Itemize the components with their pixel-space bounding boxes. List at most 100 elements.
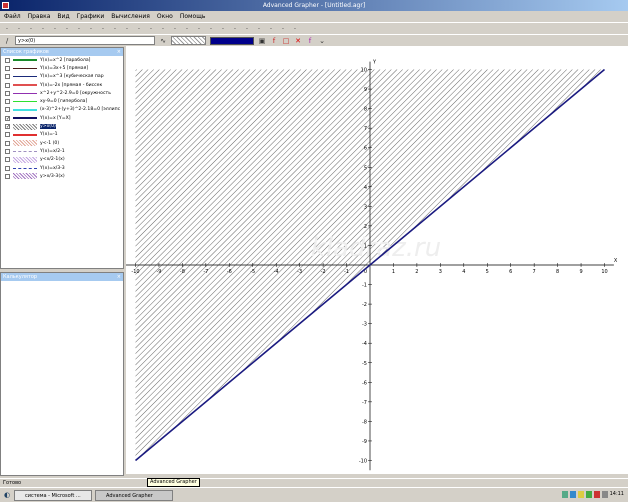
table-icon[interactable]: ·	[279, 25, 287, 33]
add-region-icon[interactable]: □	[282, 37, 290, 45]
line-style-icon[interactable]: ∿	[159, 37, 167, 45]
menu-item[interactable]: Вид	[57, 13, 69, 20]
x-tick-label: -8	[180, 269, 185, 275]
status-text: Готово	[3, 480, 22, 486]
graph-style-swatch	[13, 173, 37, 180]
checkbox[interactable]	[5, 107, 10, 113]
zoom-in-icon[interactable]: ·	[219, 25, 227, 33]
y-tick-label: 3	[364, 204, 367, 210]
graph-label: y>x/3-3(x)	[40, 173, 65, 179]
checkbox[interactable]	[5, 90, 10, 96]
graph-list-item[interactable]: Y(x)=x^2 [парабола]	[1, 56, 123, 64]
graph-list-item[interactable]: Y(x)=-1	[1, 131, 123, 139]
checkbox[interactable]	[5, 99, 10, 105]
tray-icon[interactable]	[594, 491, 600, 498]
move-icon[interactable]: ·	[99, 25, 107, 33]
zoom-out-icon[interactable]: ·	[231, 25, 239, 33]
add-graph-icon[interactable]: f	[270, 37, 278, 45]
x-tick-label: -5	[250, 269, 255, 275]
new-icon[interactable]: ·	[3, 25, 11, 33]
zoom-h2-icon[interactable]: ·	[159, 25, 167, 33]
checkbox[interactable]	[5, 82, 10, 88]
checkbox[interactable]	[5, 157, 10, 163]
checkbox[interactable]	[5, 57, 10, 63]
checkbox[interactable]	[5, 140, 10, 146]
tray-icon[interactable]	[578, 491, 584, 498]
graph-list-item[interactable]: Y(x)=x^3 [кубическая пар	[1, 73, 123, 81]
graph-list-item[interactable]: ✓ y>x(0)	[1, 122, 123, 130]
properties-icon[interactable]: ▣	[258, 37, 266, 45]
print-icon[interactable]: ·	[39, 25, 47, 33]
up-icon[interactable]: ·	[195, 25, 203, 33]
hatch-style-icon[interactable]: /	[3, 37, 11, 45]
close-icon[interactable]: ×	[117, 48, 121, 56]
graph-list-item[interactable]: Y(x)=x/3-3	[1, 164, 123, 172]
list-icon[interactable]: ·	[75, 25, 83, 33]
graph-list-item[interactable]: y<-1 (0)	[1, 139, 123, 147]
graph-list-item[interactable]: y<x/2-1(x)	[1, 156, 123, 164]
delete-icon[interactable]: ✕	[294, 37, 302, 45]
font-icon[interactable]: ·	[243, 25, 251, 33]
graph-list-item[interactable]: ✓ Y(x)=x [Y=X]	[1, 114, 123, 122]
open-icon[interactable]: ·	[15, 25, 23, 33]
menu-item[interactable]: Помощь	[180, 13, 206, 20]
checkbox[interactable]	[5, 74, 10, 80]
axes-icon[interactable]: ·	[87, 25, 95, 33]
right-icon[interactable]: ·	[183, 25, 191, 33]
checkbox[interactable]	[5, 65, 10, 71]
tray-icon[interactable]	[562, 491, 568, 498]
checkbox[interactable]	[5, 132, 10, 138]
zoom-h-icon[interactable]: ·	[123, 25, 131, 33]
graph-label: Y(x)=-2x [прямая - биссек	[40, 82, 103, 88]
y-tick-label: -2	[362, 302, 367, 308]
redo-icon[interactable]: ·	[63, 25, 71, 33]
left-icon[interactable]: ·	[171, 25, 179, 33]
fill-style-select[interactable]	[171, 36, 206, 45]
graph-list-item[interactable]: (x-3)^2+(y+3)^2-2.18=0 [эллипс	[1, 106, 123, 114]
graph-select[interactable]: y>x(0)	[15, 36, 155, 45]
graph-list-item[interactable]: Y(x)=x/2-1	[1, 147, 123, 155]
graph-label: Y(x)=x^2 [парабола]	[40, 57, 91, 63]
menu-item[interactable]: Файл	[4, 13, 21, 20]
task-word[interactable]: система - Microsoft ...	[14, 489, 92, 501]
menu-item[interactable]: Графики	[77, 13, 105, 20]
save-icon[interactable]: ·	[27, 25, 35, 33]
graph-list-item[interactable]: x^2+y^2-2.9=0 [окружность	[1, 89, 123, 97]
color-select[interactable]	[210, 36, 254, 45]
checkbox[interactable]: ✓	[5, 124, 10, 130]
menu-item[interactable]: Правка	[28, 13, 51, 20]
close-icon[interactable]: ×	[117, 273, 121, 281]
graph-area[interactable]: kladraz.ru -10 -9 -8 -7 -6 -5 -4 -3 -2 -1 1 2 3 4 5 6 7 8 9…	[123, 46, 628, 474]
menu-item[interactable]: Вычисления	[111, 13, 150, 20]
tray-icon[interactable]	[586, 491, 592, 498]
window-icon[interactable]: ·	[255, 25, 263, 33]
y-tick-label: -9	[362, 439, 367, 445]
tray-icon[interactable]	[570, 491, 576, 498]
checkbox[interactable]	[5, 148, 10, 154]
undo-icon[interactable]: ·	[51, 25, 59, 33]
graph-list-item[interactable]: y>x/3-3(x)	[1, 172, 123, 180]
calc-icon[interactable]: ·	[291, 25, 299, 33]
checkbox[interactable]	[5, 165, 10, 171]
x-tick-label: 2	[415, 269, 418, 275]
graph-list-item[interactable]: Y(x)=-2x [прямая - биссек	[1, 81, 123, 89]
center-icon[interactable]: ·	[135, 25, 143, 33]
menu-item[interactable]: Окно	[157, 13, 173, 20]
graph-style-swatch	[13, 156, 37, 163]
frame-icon[interactable]: ·	[267, 25, 275, 33]
graph-list-item[interactable]: Y(x)=3x+5 [прямая]	[1, 64, 123, 72]
task-grapher[interactable]: Advanced Grapher	[95, 489, 173, 501]
edit-icon[interactable]: f	[306, 37, 314, 45]
graph-label: (x-3)^2+(y+3)^2-2.18=0 [эллипс	[40, 107, 121, 113]
more-icon[interactable]: ⌄	[318, 37, 326, 45]
start-icon[interactable]: ◐	[3, 491, 11, 499]
checkbox[interactable]: ✓	[5, 115, 10, 121]
zoom-v2-icon[interactable]: ·	[147, 25, 155, 33]
tray-icon[interactable]	[602, 491, 608, 498]
down-icon[interactable]: ·	[207, 25, 215, 33]
graph-list-item[interactable]: xy-9=0 [гипербола]	[1, 97, 123, 105]
graph-list-panel: Список графиков × Y(x)=x^2 [парабола] Y(x)…	[0, 47, 124, 269]
y-tick-label: -7	[362, 400, 367, 406]
zoom-v-icon[interactable]: ·	[111, 25, 119, 33]
checkbox[interactable]	[5, 173, 10, 179]
